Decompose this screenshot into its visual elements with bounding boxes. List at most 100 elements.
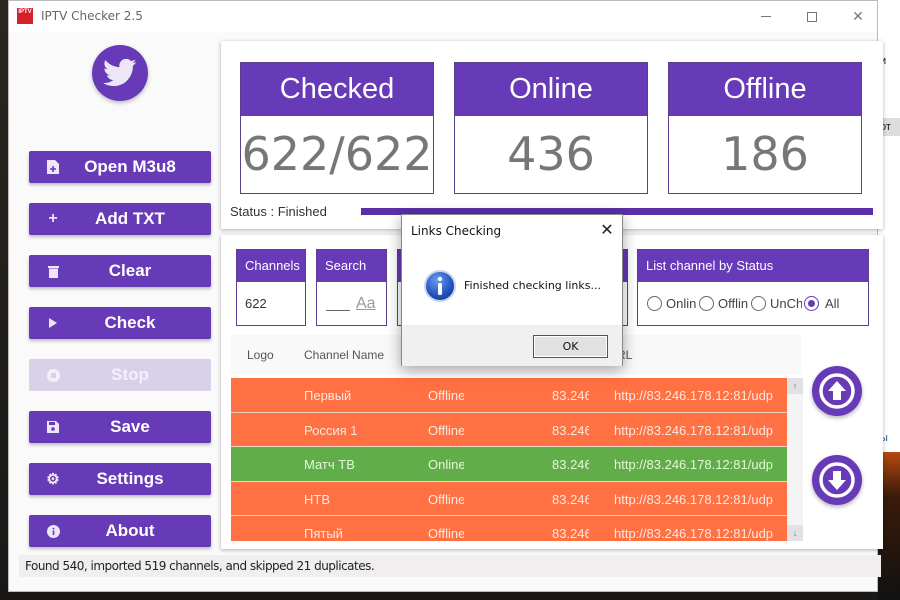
column-header-channel-name[interactable]: Channel Name [304, 348, 384, 362]
channel-name: Пятый [304, 526, 343, 541]
add-txt-button[interactable]: + Add TXT [29, 203, 211, 235]
maximize-button[interactable] [789, 1, 835, 32]
channel-name: Первый [304, 388, 352, 403]
minimize-icon [761, 16, 771, 17]
ok-button[interactable]: OK [533, 335, 608, 358]
table-row[interactable]: НТВ Offline 83.246 http://83.246.178.12:… [231, 481, 787, 516]
links-checking-dialog: Links Checking ✕ Finished checking links… [401, 214, 623, 366]
app-logo-text: IPTV [18, 9, 32, 15]
about-button[interactable]: About [29, 515, 211, 547]
channel-status: Offline [428, 491, 464, 507]
match-case-icon[interactable]: Aa [356, 282, 376, 325]
table-row[interactable]: Пятый Offline 83.246 http://83.246.178.1… [231, 516, 787, 541]
status-text: Status : Finished [230, 204, 327, 219]
channel-status: Offline [428, 422, 464, 438]
gear-icon: ⚙ [46, 471, 60, 488]
scroll-top-button[interactable] [812, 366, 862, 416]
channels-count: 622 [245, 296, 267, 311]
channel-name: НТВ [304, 491, 330, 507]
plus-icon: + [48, 210, 58, 227]
search-box: Search Aa [316, 249, 387, 326]
online-stat: Online 436 [454, 62, 648, 194]
table-row[interactable]: Матч ТВ Online 83.246 http://83.246.178.… [231, 447, 787, 482]
stop-circle-icon [45, 367, 61, 383]
match-case-text: Aa [356, 295, 376, 312]
radio-unchecked[interactable]: UnCh [751, 282, 802, 325]
table-row[interactable]: Россия 1 Offline 83.246 http://83.246.17… [231, 412, 787, 447]
channel-grid: Первый Offline 83.246 http://83.246.178.… [231, 378, 787, 541]
status-filter-box: List channel by Status Onlin Offlin UnCh… [637, 249, 869, 326]
search-label: Search [317, 250, 386, 282]
dialog-close-icon[interactable]: ✕ [595, 219, 619, 241]
offline-label: Offline [669, 63, 861, 116]
twitter-bird-icon [103, 58, 137, 87]
radio-offline[interactable]: Offlin [699, 282, 749, 325]
close-button[interactable]: ✕ [835, 1, 881, 32]
scroll-bottom-button[interactable] [812, 455, 862, 505]
channel-name: Матч ТВ [304, 457, 355, 472]
radio-label: UnCh [770, 296, 802, 311]
checked-value: 622/622 [241, 127, 433, 181]
arrow-up-circle-icon [819, 373, 855, 409]
search-underline [326, 310, 350, 311]
play-icon [45, 315, 61, 331]
radio-label: All [825, 296, 840, 311]
window-title: IPTV Checker 2.5 [41, 9, 143, 23]
vertical-scrollbar[interactable]: ↑ ↓ [787, 378, 803, 541]
trash-icon [45, 263, 61, 279]
twitter-button[interactable] [92, 45, 148, 101]
online-label: Online [455, 63, 647, 116]
dialog-title: Links Checking [411, 224, 502, 238]
radio-circle [699, 296, 714, 311]
channel-ip: 83.246 [552, 457, 589, 472]
settings-button[interactable]: ⚙ Settings [29, 463, 211, 495]
radio-label: Offlin [718, 296, 749, 311]
channel-name: Россия 1 [304, 422, 358, 438]
channel-url: http://83.246.178.12:81/udp [614, 526, 774, 541]
close-icon: ✕ [852, 8, 864, 24]
dialog-message: Finished checking links... [464, 279, 601, 292]
radio-circle [647, 296, 662, 311]
file-plus-icon [45, 159, 61, 175]
radio-online[interactable]: Onlin [647, 282, 697, 325]
radio-all[interactable]: All [804, 282, 839, 325]
status-bar: Found 540, imported 519 channels, and sk… [19, 555, 881, 577]
radio-circle [804, 296, 819, 311]
channel-ip: 83.246 [552, 526, 589, 541]
offline-stat: Offline 186 [668, 62, 862, 194]
maximize-icon [807, 11, 817, 22]
title-bar[interactable]: IPTV IPTV Checker 2.5 ✕ [9, 1, 877, 32]
radio-circle [751, 296, 766, 311]
open-m3u8-button[interactable]: Open M3u8 [29, 151, 211, 183]
dialog-footer: OK [402, 325, 622, 366]
scroll-down-icon[interactable]: ↓ [787, 525, 803, 541]
channel-ip: 83.246 [552, 422, 589, 438]
arrow-down-circle-icon [819, 462, 855, 498]
channels-label: Channels [237, 250, 305, 282]
minimize-button[interactable] [743, 1, 789, 32]
stats-panel: Checked 622/622 Online 436 Offline 186 S… [221, 41, 883, 229]
save-button[interactable]: Save [29, 411, 211, 443]
info-icon [424, 270, 456, 302]
channel-ip: 83.246 [552, 388, 589, 403]
channel-url: http://83.246.178.12:81/udp [614, 422, 774, 438]
floppy-icon [45, 419, 61, 435]
search-input[interactable]: Aa [317, 282, 386, 325]
app-logo-icon: IPTV [17, 8, 33, 24]
channel-status: Offline [428, 526, 464, 541]
scroll-up-icon[interactable]: ↑ [787, 378, 803, 394]
radio-label: Onlin [666, 296, 697, 311]
offline-value: 186 [721, 127, 809, 181]
stop-button[interactable]: Stop [29, 359, 211, 391]
channels-count-box: Channels 622 [236, 249, 306, 326]
column-header-logo[interactable]: Logo [247, 348, 274, 362]
channel-status: Offline [428, 388, 464, 403]
checked-label: Checked [241, 63, 433, 116]
channel-ip: 83.246 [552, 491, 589, 507]
channel-url: http://83.246.178.12:81/udp [614, 491, 774, 507]
online-value: 436 [507, 127, 595, 181]
status-filter-label: List channel by Status [638, 250, 868, 282]
table-row[interactable]: Первый Offline 83.246 http://83.246.178.… [231, 378, 787, 413]
check-button[interactable]: Check [29, 307, 211, 339]
clear-button[interactable]: Clear [29, 255, 211, 287]
